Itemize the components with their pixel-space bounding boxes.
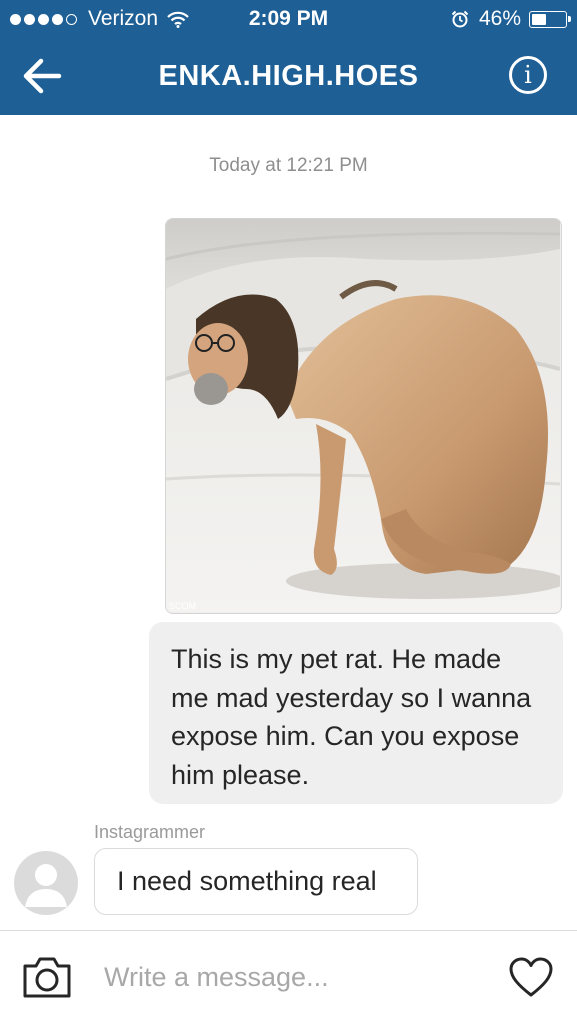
shared-photo-message[interactable]: SCOM	[165, 218, 562, 614]
battery-icon	[529, 10, 571, 28]
message-composer	[0, 930, 577, 1024]
conversation-header: ENKA.HIGH.HOES i	[0, 38, 577, 115]
message-input[interactable]	[104, 957, 484, 997]
message-timestamp: Today at 12:21 PM	[209, 155, 368, 176]
photo-watermark: SCOM	[169, 601, 196, 611]
avatar[interactable]	[14, 851, 78, 915]
camera-icon[interactable]	[22, 955, 72, 999]
alarm-clock-icon	[451, 10, 469, 28]
heart-icon[interactable]	[508, 956, 554, 998]
sender-name: Instagrammer	[94, 822, 206, 842]
default-avatar-icon	[25, 864, 67, 907]
status-bar: Verizon 2:09 PM 46%	[0, 0, 577, 38]
battery-level-fill	[532, 13, 546, 25]
outgoing-message-bubble[interactable]: This is my pet rat. He made me mad yeste…	[149, 622, 563, 804]
photo-image: SCOM	[166, 219, 560, 612]
incoming-message-bubble[interactable]: I need something real	[94, 848, 418, 915]
top-bar: Verizon 2:09 PM 46% ENKA.HIGH.HOES i	[0, 0, 577, 115]
info-icon[interactable]: i	[509, 56, 547, 94]
conversation-title[interactable]: ENKA.HIGH.HOES	[0, 60, 577, 93]
battery-percent: 46%	[478, 7, 521, 30]
